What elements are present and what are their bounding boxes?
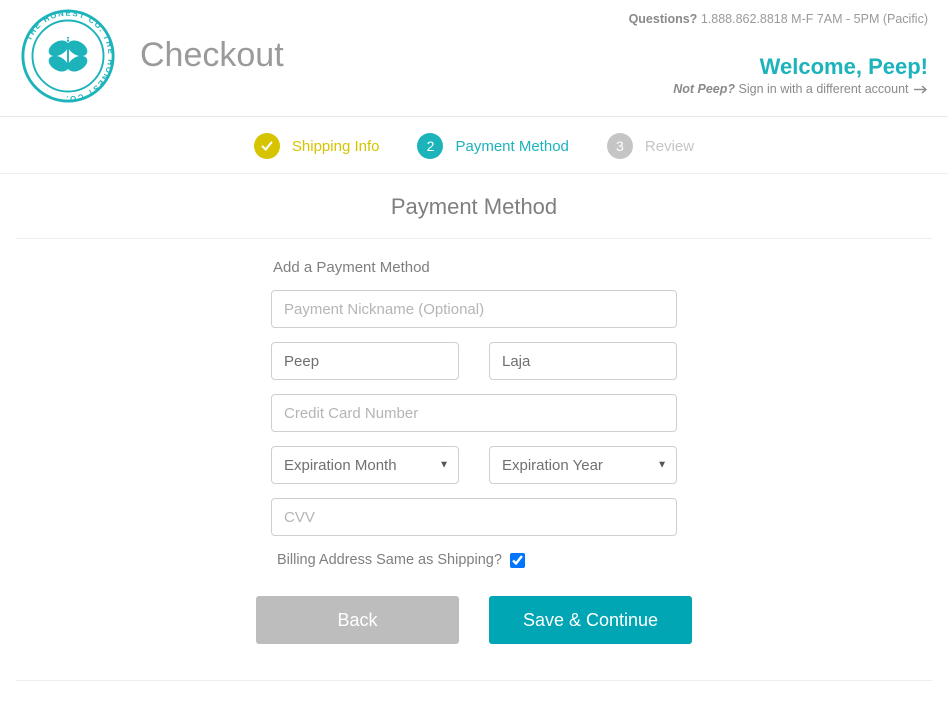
questions-info: 1.888.862.8818 M-F 7AM - 5PM (Pacific) — [701, 12, 928, 26]
not-user-prefix: Not Peep? — [673, 82, 735, 96]
billing-same-checkbox[interactable] — [510, 553, 525, 568]
step-label: Shipping Info — [292, 138, 380, 155]
card-number-input[interactable] — [271, 394, 677, 432]
check-icon — [260, 139, 274, 153]
save-continue-button[interactable]: Save & Continue — [489, 596, 692, 644]
cvv-input[interactable] — [271, 498, 677, 536]
arrow-right-icon — [914, 83, 928, 97]
payment-form: Add a Payment Method Expiration Month ▼ … — [271, 255, 677, 568]
step-label: Review — [645, 138, 694, 155]
first-name-input[interactable] — [271, 342, 459, 380]
footer-divider — [16, 680, 932, 681]
header: THE HONEST CO. THE HONEST CO. Checkout Q… — [0, 0, 948, 117]
step-number: 3 — [607, 133, 633, 159]
billing-same-label: Billing Address Same as Shipping? — [277, 552, 502, 568]
form-heading: Add a Payment Method — [273, 259, 677, 276]
last-name-input[interactable] — [489, 342, 677, 380]
payment-nickname-input[interactable] — [271, 290, 677, 328]
step-payment-method[interactable]: 2 Payment Method — [417, 133, 568, 159]
step-label: Payment Method — [455, 138, 568, 155]
brand-logo[interactable]: THE HONEST CO. THE HONEST CO. — [20, 8, 116, 104]
step-review: 3 Review — [607, 133, 694, 159]
exp-month-select[interactable]: Expiration Month — [271, 446, 459, 484]
step-number: 2 — [417, 133, 443, 159]
questions-line: Questions? 1.888.862.8818 M-F 7AM - 5PM … — [629, 12, 928, 26]
steps-bar: Shipping Info 2 Payment Method 3 Review — [0, 117, 948, 174]
step-shipping-info[interactable]: Shipping Info — [254, 133, 380, 159]
header-right: Questions? 1.888.862.8818 M-F 7AM - 5PM … — [629, 8, 928, 97]
page-title: Checkout — [140, 36, 284, 75]
questions-label: Questions? — [629, 12, 698, 26]
not-user-line: Not Peep? Sign in with a different accou… — [629, 82, 928, 97]
welcome-text: Welcome, Peep! — [629, 54, 928, 80]
section-title: Payment Method — [16, 174, 932, 239]
back-button[interactable]: Back — [256, 596, 459, 644]
billing-same-row: Billing Address Same as Shipping? — [277, 552, 677, 568]
button-row: Back Save & Continue — [256, 596, 692, 680]
exp-year-select[interactable]: Expiration Year — [489, 446, 677, 484]
switch-account-link[interactable]: Sign in with a different account — [739, 82, 929, 96]
